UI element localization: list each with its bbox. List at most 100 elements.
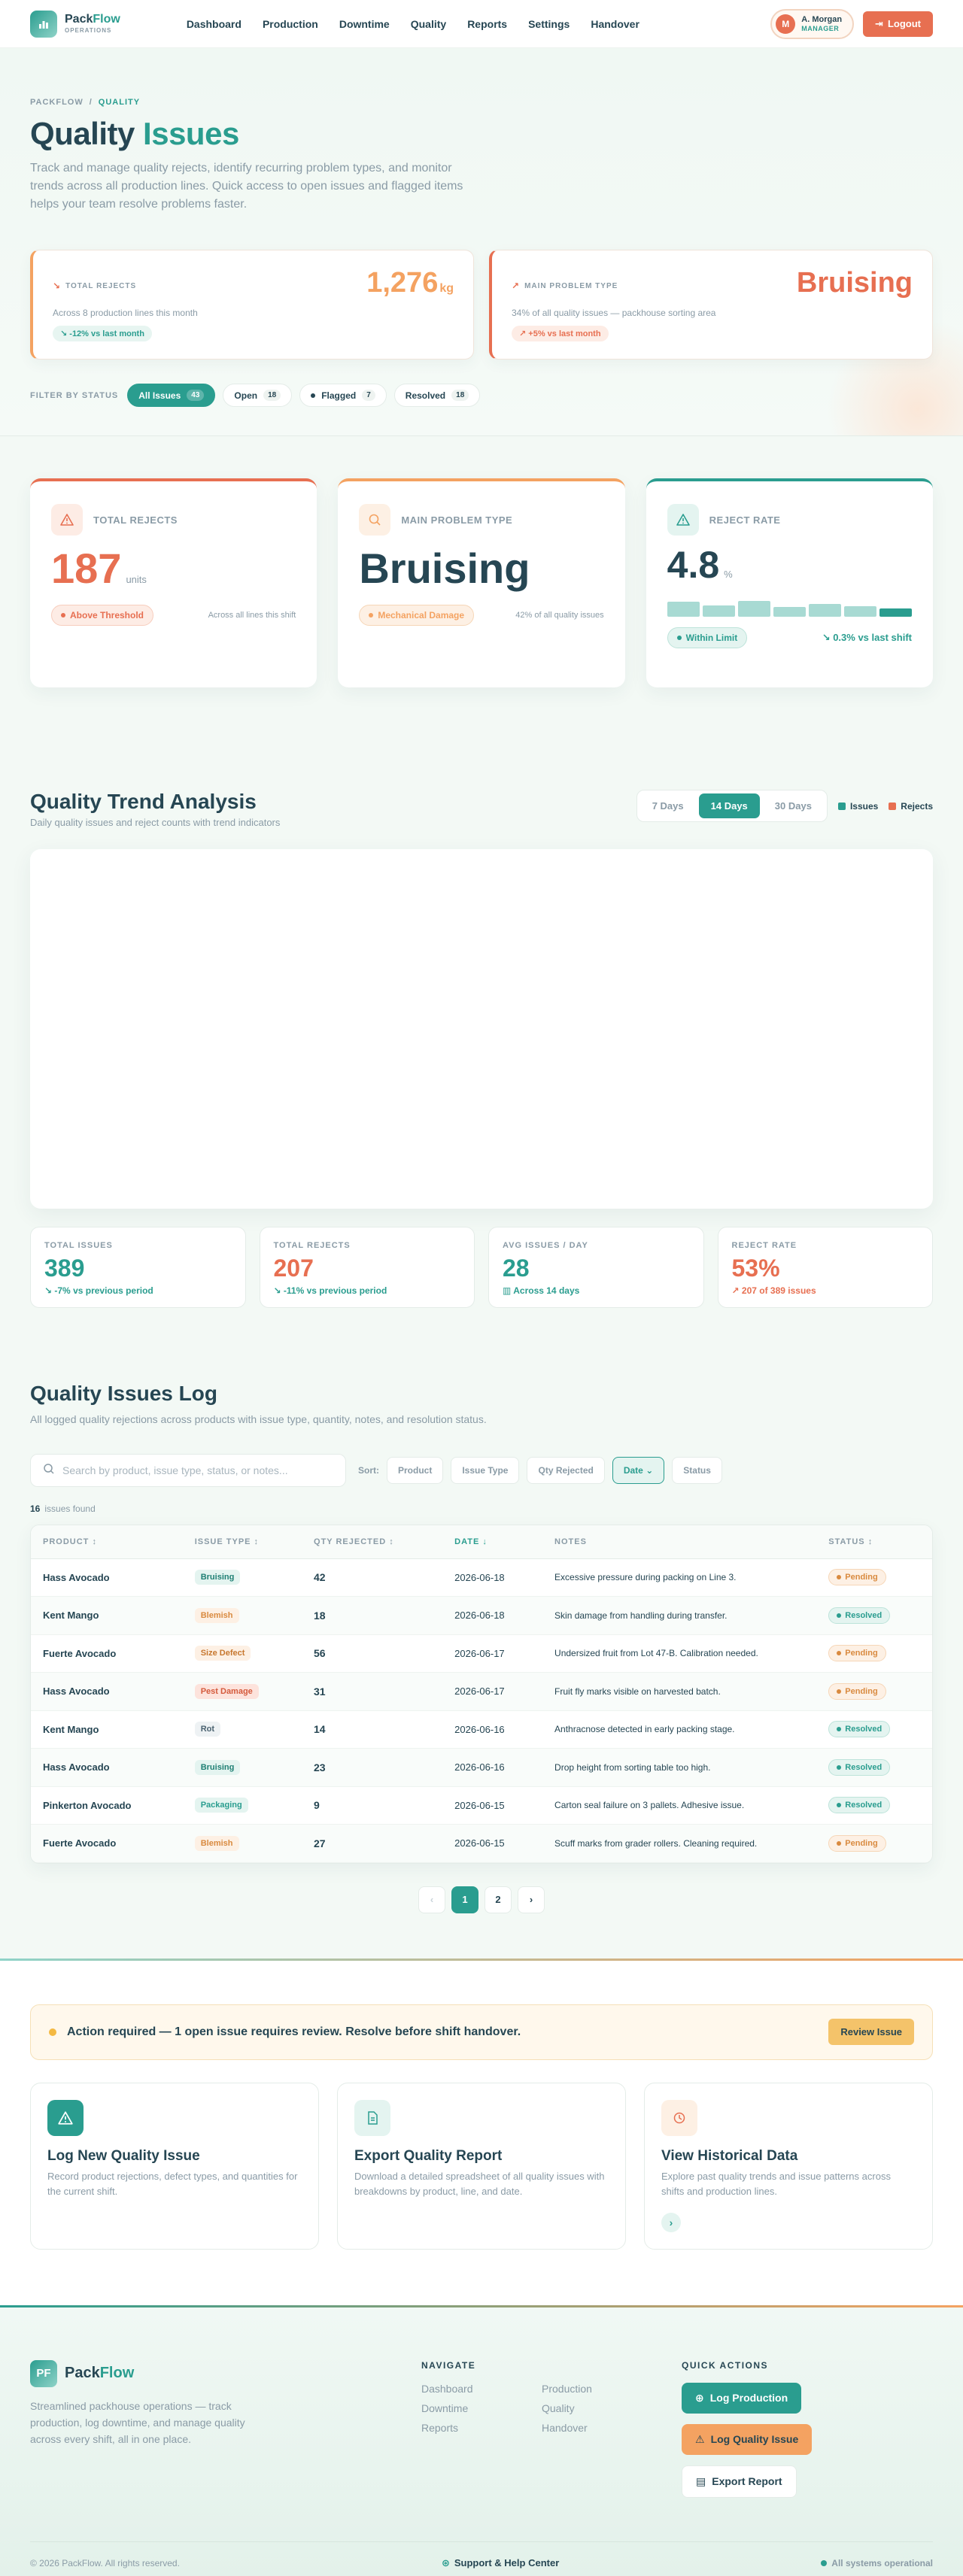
footer-description: Streamlined packhouse operations — track… [30, 2399, 245, 2445]
prev-page-button[interactable]: ‹ [418, 1886, 445, 1913]
sort-product[interactable]: Product [387, 1457, 444, 1484]
system-status: All systems operational [821, 2558, 933, 2568]
footer-link-reports[interactable]: Reports [421, 2422, 542, 2434]
sort-status[interactable]: Status [672, 1457, 722, 1484]
status-badge: Pending [828, 1834, 886, 1852]
col-product[interactable]: PRODUCT ↕ [31, 1525, 183, 1559]
brand-subtitle: OPERATIONS [65, 27, 112, 34]
cell-status: Pending [816, 1672, 932, 1711]
nav-production[interactable]: Production [263, 18, 318, 30]
footer-link-production[interactable]: Production [542, 2383, 662, 2395]
issue-type-badge: Packaging [194, 1798, 248, 1813]
filter-label: FILTER BY STATUS [30, 390, 119, 400]
footer-nav-heading: NAVIGATE [421, 2359, 476, 2371]
col-date[interactable]: DATE ↓ [442, 1525, 543, 1559]
legend-rejects: Rejects [889, 801, 933, 812]
support-link[interactable]: ⊛ Support & Help Center [442, 2557, 559, 2569]
range-14-days[interactable]: 14 Days [698, 793, 760, 818]
reject-rate-sparkbars [667, 596, 912, 617]
cell-qty: 42 [302, 1558, 443, 1597]
hero-card-description: 34% of all quality issues — packhouse so… [512, 308, 716, 318]
status-badge: Within Limit [667, 627, 748, 648]
alert-dot-icon [49, 2028, 56, 2036]
col-qty[interactable]: QTY REJECTED ↕ [302, 1525, 443, 1559]
cell-qty: 14 [302, 1710, 443, 1749]
nav-downtime[interactable]: Downtime [339, 18, 390, 30]
table-row[interactable]: Hass Avocado Bruising 23 2026-06-16 Drop hei… [31, 1748, 932, 1787]
range-30-days[interactable]: 30 Days [763, 793, 824, 818]
col-issue-type[interactable]: ISSUE TYPE ↕ [182, 1525, 302, 1559]
footer-link-downtime[interactable]: Downtime [421, 2402, 542, 2414]
section-subtitle: All logged quality rejections across pro… [30, 1413, 487, 1425]
flag-dot-icon [311, 393, 316, 398]
cell-issue-type: Bruising [182, 1748, 302, 1787]
issue-type-badge: Rot [194, 1722, 221, 1737]
cell-qty: 23 [302, 1748, 443, 1787]
user-menu[interactable]: M A. Morgan MANAGER [770, 8, 855, 39]
warning-triangle-icon [47, 2099, 84, 2136]
chevron-right-icon[interactable]: › [661, 2212, 681, 2232]
footer-link-handover[interactable]: Handover [542, 2422, 662, 2434]
nav-quality[interactable]: Quality [411, 18, 446, 30]
log-production-button[interactable]: ⊕ Log Production [682, 2382, 802, 2414]
review-issue-button[interactable]: Review Issue [828, 2019, 914, 2045]
export-report-button[interactable]: ▤ Export Report [682, 2465, 797, 2498]
actions-section: Action required — 1 open issue requires … [0, 1958, 963, 2305]
col-status[interactable]: STATUS ↕ [816, 1525, 932, 1559]
cell-qty: 18 [302, 1596, 443, 1635]
status-dot-icon [821, 2559, 828, 2566]
metric-label: REJECT RATE [709, 514, 781, 526]
status-filter: FILTER BY STATUS All Issues 43 Open 18 Fla… [30, 384, 933, 407]
sort-date[interactable]: Date ⌄ [612, 1457, 665, 1484]
page-1[interactable]: 1 [451, 1886, 478, 1913]
cell-issue-type: Packaging [182, 1786, 302, 1825]
logout-button[interactable]: ⇥ Logout [863, 11, 933, 37]
table-row[interactable]: Hass Avocado Pest Damage 31 2026-06-17 Fruit… [31, 1672, 932, 1711]
stat-note: ↘ -11% vs previous period [273, 1285, 387, 1296]
sparkbar [773, 607, 806, 617]
table-row[interactable]: Kent Mango Rot 14 2026-06-16 Anthracnose det… [31, 1710, 932, 1749]
page-2[interactable]: 2 [485, 1886, 512, 1913]
search-input[interactable] [62, 1464, 333, 1476]
cell-notes: Fruit fly marks visible on harvested bat… [542, 1672, 817, 1711]
stat-label: TOTAL REJECTS [273, 1241, 351, 1250]
table-row[interactable]: Pinkerton Avocado Packaging 9 2026-06-15 Car… [31, 1786, 932, 1825]
action-card-historical-data[interactable]: View Historical Data Explore past qualit… [644, 2082, 933, 2250]
nav-settings[interactable]: Settings [528, 18, 570, 30]
document-icon [354, 2099, 390, 2136]
cell-date: 2026-06-16 [442, 1710, 543, 1749]
metric-total-rejects: TOTAL REJECTS 187 units Above Threshold A… [30, 478, 317, 687]
sort-qty-rejected[interactable]: Qty Rejected [527, 1457, 605, 1484]
metric-main-problem: MAIN PROBLEM TYPE Bruising Mechanical Da… [338, 478, 625, 687]
cell-product: Hass Avocado [31, 1558, 183, 1597]
stat-note: ↗ 207 of 389 issues [731, 1285, 816, 1296]
filter-open[interactable]: Open 18 [223, 384, 293, 407]
help-icon: ⊛ [441, 2556, 450, 2568]
action-card-export-report[interactable]: Export Quality Report Download a detaile… [337, 2082, 626, 2250]
metric-note: 42% of all quality issues [515, 611, 604, 620]
range-7-days[interactable]: 7 Days [640, 793, 696, 818]
filter-all-issues[interactable]: All Issues 43 [127, 384, 216, 407]
next-page-button[interactable]: › [518, 1886, 545, 1913]
breadcrumb-root[interactable]: PACKFLOW [30, 98, 84, 107]
nav-dashboard[interactable]: Dashboard [187, 18, 242, 30]
action-card-description: Record product rejections, defect types,… [47, 2170, 298, 2197]
table-row[interactable]: Fuerte Avocado Size Defect 56 2026-06-17 Und… [31, 1634, 932, 1673]
footer-link-dashboard[interactable]: Dashboard [421, 2383, 542, 2395]
table-row[interactable]: Hass Avocado Bruising 42 2026-06-18 Excessiv… [31, 1558, 932, 1597]
metric-cards: TOTAL REJECTS 187 units Above Threshold A… [0, 436, 963, 737]
nav-handover[interactable]: Handover [591, 18, 639, 30]
nav-reports[interactable]: Reports [467, 18, 507, 30]
filter-flagged[interactable]: Flagged 7 [299, 384, 387, 407]
footer-link-quality[interactable]: Quality [542, 2402, 662, 2414]
cell-date: 2026-06-18 [442, 1596, 543, 1635]
log-quality-issue-button[interactable]: ⚠ Log Quality Issue [682, 2423, 813, 2455]
footer: PF PackFlow Streamlined packhouse operat… [0, 2304, 963, 2576]
brand[interactable]: PackFlow OPERATIONS [30, 10, 120, 38]
table-row[interactable]: Kent Mango Blemish 18 2026-06-18 Skin damage… [31, 1596, 932, 1635]
filter-resolved[interactable]: Resolved 18 [393, 384, 481, 407]
sort-issue-type[interactable]: Issue Type [451, 1457, 520, 1484]
action-card-log-issue[interactable]: Log New Quality Issue Record product rej… [30, 2082, 319, 2250]
hero-card-total-rejects: ↘ TOTAL REJECTS 1,276 kg Across 8 producti… [30, 250, 474, 360]
table-row[interactable]: Fuerte Avocado Blemish 27 2026-06-15 Scuff m… [31, 1824, 932, 1863]
